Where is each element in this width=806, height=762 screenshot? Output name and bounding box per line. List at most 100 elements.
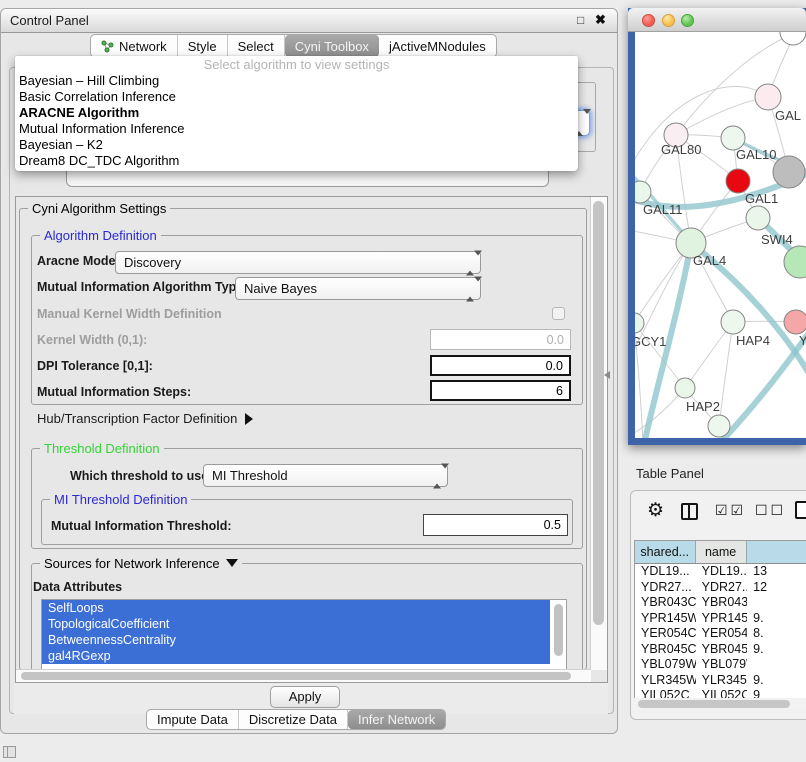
algorithm-option[interactable]: Bayesian – Hill Climbing bbox=[15, 73, 578, 89]
mi-steps-field[interactable]: 6 bbox=[430, 380, 571, 401]
docked-panel-icon[interactable] bbox=[3, 746, 16, 758]
network-edge[interactable] bbox=[676, 97, 768, 135]
data-attributes-list[interactable]: SelfLoopsTopologicalCoefficientBetweenne… bbox=[41, 599, 567, 671]
algorithm-option[interactable]: ARACNE Algorithm bbox=[15, 105, 578, 121]
attribute-list-item[interactable]: gal4RGexp bbox=[42, 648, 550, 664]
table-cell: YDR27... bbox=[696, 580, 748, 596]
tab-style[interactable]: Style bbox=[178, 35, 228, 57]
vertical-scrollbar[interactable] bbox=[590, 197, 607, 670]
cyni-bottom-tabbar: Impute DataDiscretize DataInfer Network bbox=[146, 709, 446, 730]
table-horizontal-scrollbar-thumb[interactable] bbox=[638, 700, 790, 708]
table-row[interactable]: YIL052CYIL052C9 bbox=[635, 688, 806, 698]
close-traffic-light-icon[interactable] bbox=[642, 14, 655, 27]
float-window-icon[interactable]: □ bbox=[577, 13, 584, 27]
network-node-gal-pink[interactable] bbox=[755, 84, 781, 110]
attribute-list-item[interactable]: BetweennessCentrality bbox=[42, 632, 550, 648]
tab-network[interactable]: Network bbox=[91, 35, 178, 57]
algorithm-option[interactable]: Dream8 DC_TDC Algorithm bbox=[15, 153, 578, 169]
mi-type-combo[interactable]: Naive Bayes bbox=[235, 277, 481, 300]
network-node-swi4[interactable] bbox=[746, 206, 770, 230]
algorithm-option[interactable]: Bayesian – K2 bbox=[15, 137, 578, 153]
network-node-hap2[interactable] bbox=[675, 378, 695, 398]
algorithm-option[interactable]: Mutual Information Inference bbox=[15, 121, 578, 137]
table-row[interactable]: YBR045CYBR045C9. bbox=[635, 642, 806, 658]
close-panel-icon[interactable]: ✖ bbox=[595, 12, 606, 28]
network-node-gal1-red[interactable] bbox=[726, 169, 750, 193]
column-header[interactable]: name bbox=[696, 541, 747, 563]
apply-button[interactable]: Apply bbox=[270, 686, 340, 708]
expand-right-icon bbox=[245, 413, 253, 425]
network-node-bottom-node[interactable] bbox=[708, 415, 730, 437]
table-row[interactable]: YPR145WYPR145W9. bbox=[635, 611, 806, 627]
table-row[interactable]: YDR27...YDR27...12 bbox=[635, 580, 806, 596]
network-node-gal11[interactable] bbox=[635, 181, 651, 203]
table-row[interactable]: YER054CYER054C8. bbox=[635, 626, 806, 642]
split-columns-icon[interactable] bbox=[681, 503, 698, 520]
manual-kernel-checkbox[interactable] bbox=[552, 307, 565, 320]
mi-threshold-field[interactable]: 0.5 bbox=[423, 514, 568, 536]
tab-discretize-data[interactable]: Discretize Data bbox=[239, 710, 348, 729]
network-node-label: GAL10 bbox=[736, 147, 776, 162]
vertical-scrollbar-thumb[interactable] bbox=[593, 201, 604, 625]
gear-icon[interactable]: ⚙ bbox=[647, 499, 664, 522]
splitter-collapse-icon[interactable] bbox=[604, 371, 610, 379]
table-header-row: shared...name bbox=[635, 541, 806, 564]
sources-toggle[interactable]: Sources for Network Inference bbox=[40, 556, 242, 571]
network-node-big-green[interactable] bbox=[784, 246, 806, 278]
table-row[interactable]: YDL19...YDL19...13 bbox=[635, 564, 806, 580]
list-scrollbar-thumb[interactable] bbox=[554, 604, 563, 656]
kernel-width-field[interactable]: 0.0 bbox=[430, 329, 571, 350]
select-columns-unchecked-icon[interactable]: ☐☐ bbox=[755, 502, 786, 519]
threshold-definition-label: Threshold Definition bbox=[40, 441, 164, 456]
dpi-tolerance-field[interactable]: 0.0 bbox=[430, 355, 571, 376]
expand-down-icon bbox=[226, 559, 238, 567]
table-cell: 13 bbox=[747, 564, 806, 580]
tab-cyni-toolbox[interactable]: Cyni Toolbox bbox=[285, 35, 379, 57]
horizontal-scrollbar-thumb[interactable] bbox=[21, 672, 571, 680]
hub-definition-toggle[interactable]: Hub/Transcription Factor Definition bbox=[37, 411, 253, 426]
network-node-label: GAL4 bbox=[693, 253, 726, 268]
table-cell: 12 bbox=[747, 580, 806, 596]
table-row[interactable]: YLR345WYLR345W9. bbox=[635, 673, 806, 689]
network-node-label: Y bbox=[799, 333, 806, 348]
mi-threshold-label: Mutual Information Threshold: bbox=[51, 519, 232, 533]
network-edge[interactable] bbox=[635, 87, 768, 182]
dpi-tolerance-label: DPI Tolerance [0,1]: bbox=[37, 359, 153, 373]
table-row[interactable]: YBL079WYBL079W bbox=[635, 657, 806, 673]
tab-label: jActiveMNodules bbox=[389, 39, 486, 54]
column-header[interactable] bbox=[747, 541, 806, 563]
table-horizontal-scrollbar[interactable] bbox=[633, 698, 806, 710]
aracne-mode-combo[interactable]: Discovery bbox=[115, 251, 481, 274]
control-panel-titlebar: Control Panel □ ✖ bbox=[1, 9, 617, 33]
network-node-salmon-node[interactable] bbox=[784, 310, 806, 334]
tab-select[interactable]: Select bbox=[228, 35, 285, 57]
network-view-window: GALGAL80GAL10GAL1GAL11SWI4GAL4GCY1HAP4YH… bbox=[628, 8, 806, 445]
attribute-list-item[interactable]: SelfLoops bbox=[42, 600, 550, 616]
network-icon bbox=[101, 40, 114, 53]
table-cell: YBR043C bbox=[696, 595, 748, 611]
horizontal-scrollbar[interactable] bbox=[16, 669, 591, 682]
algorithm-option[interactable]: Basic Correlation Inference bbox=[15, 89, 578, 105]
table-panel: ⚙ ☑☑ ☐☐ shared...name YDL19...YDL19...13… bbox=[630, 490, 806, 720]
attribute-list-item[interactable]: TopologicalCoefficient bbox=[42, 616, 550, 632]
document-icon[interactable] bbox=[795, 501, 806, 519]
network-node-gcy1[interactable] bbox=[635, 313, 644, 333]
tab-infer-network[interactable]: Infer Network bbox=[348, 710, 445, 729]
network-node-gray-node[interactable] bbox=[773, 156, 805, 188]
column-header[interactable]: shared... bbox=[635, 541, 696, 563]
tab-impute-data[interactable]: Impute Data bbox=[147, 710, 239, 729]
which-threshold-combo[interactable]: MI Threshold bbox=[203, 464, 448, 487]
combo-stepper-icon bbox=[466, 255, 474, 270]
select-columns-checked-icon[interactable]: ☑☑ bbox=[715, 502, 746, 519]
tab-label: Select bbox=[238, 39, 274, 54]
tab-jactivemnodules[interactable]: jActiveMNodules bbox=[379, 35, 496, 57]
table-cell bbox=[747, 657, 806, 673]
network-node-top-partial[interactable] bbox=[780, 32, 806, 45]
algorithm-definition-label: Algorithm Definition bbox=[40, 228, 161, 243]
table-row[interactable]: YBR043CYBR043C bbox=[635, 595, 806, 611]
minimize-traffic-light-icon[interactable] bbox=[662, 14, 675, 27]
network-node-hap4[interactable] bbox=[721, 310, 745, 334]
mi-steps-label: Mutual Information Steps: bbox=[37, 385, 191, 399]
zoom-traffic-light-icon[interactable] bbox=[681, 14, 694, 27]
network-canvas[interactable]: GALGAL80GAL10GAL1GAL11SWI4GAL4GCY1HAP4YH… bbox=[635, 32, 806, 438]
